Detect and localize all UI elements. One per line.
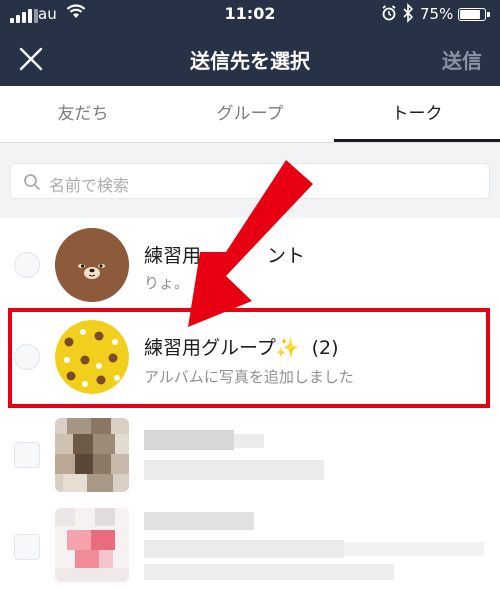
red-arrow-annotation — [188, 160, 313, 327]
